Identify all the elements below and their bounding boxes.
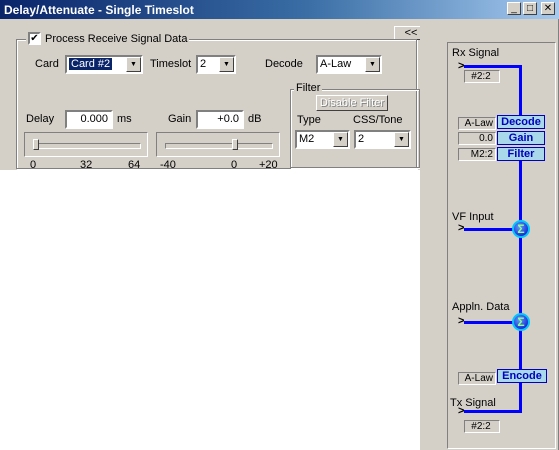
chevron-down-icon[interactable]: ▼ <box>333 132 348 147</box>
gain-stage-label[interactable]: Gain <box>497 131 545 145</box>
filter-group-label: Filter <box>294 82 323 94</box>
flow-line-rx <box>464 65 520 68</box>
filter-tone-select[interactable]: 2 ▼ <box>354 130 411 149</box>
gain-slider-thumb[interactable] <box>232 139 238 150</box>
delay-scale-max: 64 <box>128 159 141 171</box>
chevron-down-icon[interactable]: ▼ <box>126 57 141 72</box>
signal-flow-frame <box>447 42 556 449</box>
delay-label: Delay <box>26 113 55 125</box>
filter-stage-value: M2:2 <box>458 148 496 161</box>
delay-unit: ms <box>117 113 132 125</box>
sum-icon: Σ <box>512 220 530 238</box>
delay-slider-track <box>33 143 141 149</box>
process-checkbox-label: Process Receive Signal Data <box>45 32 188 45</box>
minimize-button[interactable]: _ <box>507 2 521 15</box>
chevron-down-icon[interactable]: ▼ <box>365 57 380 72</box>
title-bar[interactable]: Delay/Attenuate - Single Timeslot _ □ ✕ <box>0 0 559 19</box>
process-checkbox-row[interactable]: ✔ Process Receive Signal Data <box>26 32 190 45</box>
decode-stage-label[interactable]: Decode <box>497 115 545 129</box>
filter-type-select[interactable]: M2 ▼ <box>295 130 350 149</box>
process-checkbox[interactable]: ✔ <box>28 32 41 45</box>
decode-select[interactable]: A-Law ▼ <box>316 55 382 74</box>
tx-arrow-icon: > <box>458 405 465 417</box>
card-label: Card <box>35 58 59 70</box>
delay-scale-mid: 32 <box>80 159 93 171</box>
card-value: Card #2 <box>69 58 113 70</box>
close-button[interactable]: ✕ <box>541 2 555 15</box>
decode-value: A-Law <box>320 58 352 70</box>
vf-arrow-icon: > <box>458 222 465 234</box>
decode-stage-value: A-Law <box>458 117 496 130</box>
chevron-down-icon[interactable]: ▼ <box>219 57 234 72</box>
decode-label: Decode <box>265 58 303 70</box>
disable-filter-button[interactable]: Disable Filter <box>316 95 388 111</box>
tx-signal-label: Tx Signal <box>450 397 496 409</box>
gain-unit: dB <box>248 113 262 125</box>
tx-signal-value: #2:2 <box>464 420 500 433</box>
filter-tone-value: 2 <box>358 133 365 145</box>
gain-input[interactable]: +0.0 <box>196 110 244 129</box>
flow-line-main-1 <box>519 65 522 119</box>
appln-arrow-icon: > <box>458 315 465 327</box>
delay-input[interactable]: 0.000 <box>65 110 113 129</box>
gain-stage-value: 0.0 <box>458 132 496 145</box>
encode-stage-value: A-Law <box>458 372 496 385</box>
delay-slider-thumb[interactable] <box>33 139 39 150</box>
settings-panel: << ✔ Process Receive Signal Data Card Ca… <box>0 19 428 171</box>
gain-slider-track <box>165 143 273 149</box>
signal-flow-panel: Rx Signal > #2:2 A-Law Decode 0.0 Gain M… <box>420 19 559 450</box>
window-title: Delay/Attenuate - Single Timeslot <box>4 3 194 17</box>
card-select[interactable]: Card #2 ▼ <box>65 55 143 74</box>
timeslot-value: 2 <box>200 58 207 70</box>
gain-scale-mid: 0 <box>231 159 238 171</box>
sum-icon: Σ <box>512 313 530 331</box>
appln-data-label: Appln. Data <box>452 301 510 313</box>
filter-type-value: M2 <box>299 133 315 145</box>
filter-stage-label[interactable]: Filter <box>497 147 545 161</box>
chevron-down-icon[interactable]: ▼ <box>394 132 409 147</box>
gain-slider-frame <box>156 132 280 157</box>
timeslot-select[interactable]: 2 ▼ <box>196 55 236 74</box>
delay-slider-frame <box>24 132 148 157</box>
maximize-button[interactable]: □ <box>523 2 537 15</box>
encode-stage-label[interactable]: Encode <box>497 369 547 383</box>
timeslot-label: Timeslot <box>150 58 192 70</box>
filter-type-label: Type <box>297 114 321 126</box>
gain-scale-min: -40 <box>160 159 176 171</box>
delay-scale-min: 0 <box>30 159 37 171</box>
rx-signal-value: #2:2 <box>464 70 500 83</box>
gain-label: Gain <box>168 113 192 125</box>
filter-tone-label: CSS/Tone <box>353 114 403 126</box>
rx-signal-label: Rx Signal <box>452 47 500 59</box>
flow-line-tx <box>464 410 522 413</box>
gain-scale-max: +20 <box>259 159 278 171</box>
